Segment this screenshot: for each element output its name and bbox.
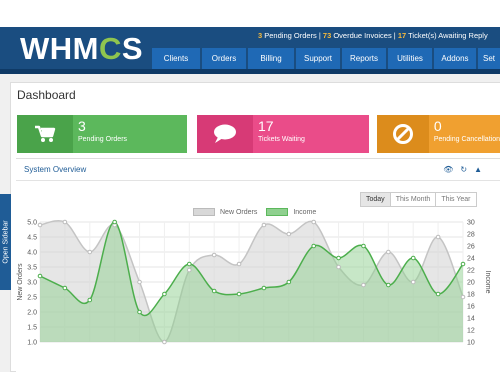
income-point bbox=[211, 288, 217, 294]
income-point bbox=[186, 261, 192, 267]
income-point bbox=[311, 243, 317, 249]
new-orders-point bbox=[410, 279, 416, 285]
y-right-tick: 18 bbox=[467, 292, 475, 299]
income-point bbox=[112, 219, 117, 225]
y-left-tick: 2.5 bbox=[27, 295, 37, 302]
new-orders-point bbox=[386, 249, 391, 255]
y-left-axis-label: New Orders bbox=[17, 263, 24, 301]
income-point bbox=[410, 255, 416, 261]
y-right-tick: 22 bbox=[467, 268, 475, 275]
new-orders-point bbox=[62, 219, 68, 225]
income-point bbox=[386, 282, 391, 288]
income-point bbox=[62, 285, 68, 291]
new-orders-point bbox=[137, 279, 142, 285]
new-orders-point bbox=[336, 264, 341, 270]
income-point bbox=[37, 273, 43, 279]
y-right-axis-label: Income bbox=[484, 271, 491, 294]
y-left-tick: 2.0 bbox=[27, 310, 37, 317]
y-right-tick: 28 bbox=[467, 232, 475, 239]
y-right-tick: 20 bbox=[467, 280, 475, 287]
income-point bbox=[137, 309, 142, 315]
income-point bbox=[286, 279, 292, 285]
y-left-tick: 4.5 bbox=[27, 235, 37, 242]
new-orders-point bbox=[186, 267, 192, 273]
new-orders-point bbox=[87, 249, 93, 255]
y-right-tick: 16 bbox=[467, 304, 475, 311]
income-point bbox=[87, 297, 93, 303]
y-left-tick: 3.5 bbox=[27, 265, 37, 272]
income-point bbox=[261, 285, 267, 291]
y-left-tick: 3.0 bbox=[27, 280, 37, 287]
y-right-tick: 26 bbox=[467, 244, 475, 251]
y-right-tick: 30 bbox=[467, 220, 475, 227]
y-left-tick: 1.5 bbox=[27, 325, 37, 332]
income-point bbox=[162, 291, 167, 297]
y-right-tick: 24 bbox=[467, 256, 475, 263]
y-left-tick: 4.0 bbox=[27, 250, 37, 257]
y-left-tick: 1.0 bbox=[27, 340, 37, 347]
new-orders-point bbox=[37, 222, 43, 228]
new-orders-point bbox=[162, 339, 167, 345]
income-point bbox=[236, 291, 242, 297]
y-right-tick: 12 bbox=[467, 328, 475, 335]
new-orders-point bbox=[361, 282, 366, 288]
income-point bbox=[336, 255, 341, 261]
y-right-tick: 10 bbox=[467, 340, 475, 347]
income-point bbox=[361, 243, 366, 249]
new-orders-point bbox=[435, 234, 441, 240]
new-orders-point bbox=[236, 261, 242, 267]
income-point bbox=[435, 291, 441, 297]
overview-chart: 5.0 4.5 4.0 3.5 3.0 2.5 2.0 1.5 1.0 30 28 26 24 22 20 1… bbox=[17, 219, 491, 347]
new-orders-point bbox=[286, 231, 292, 237]
new-orders-point bbox=[211, 252, 217, 258]
y-right-tick: 14 bbox=[467, 316, 475, 323]
new-orders-point bbox=[261, 222, 267, 228]
new-orders-point bbox=[311, 219, 317, 225]
new-orders-point bbox=[460, 294, 466, 300]
y-left-tick: 5.0 bbox=[27, 220, 37, 227]
income-point bbox=[460, 261, 466, 267]
